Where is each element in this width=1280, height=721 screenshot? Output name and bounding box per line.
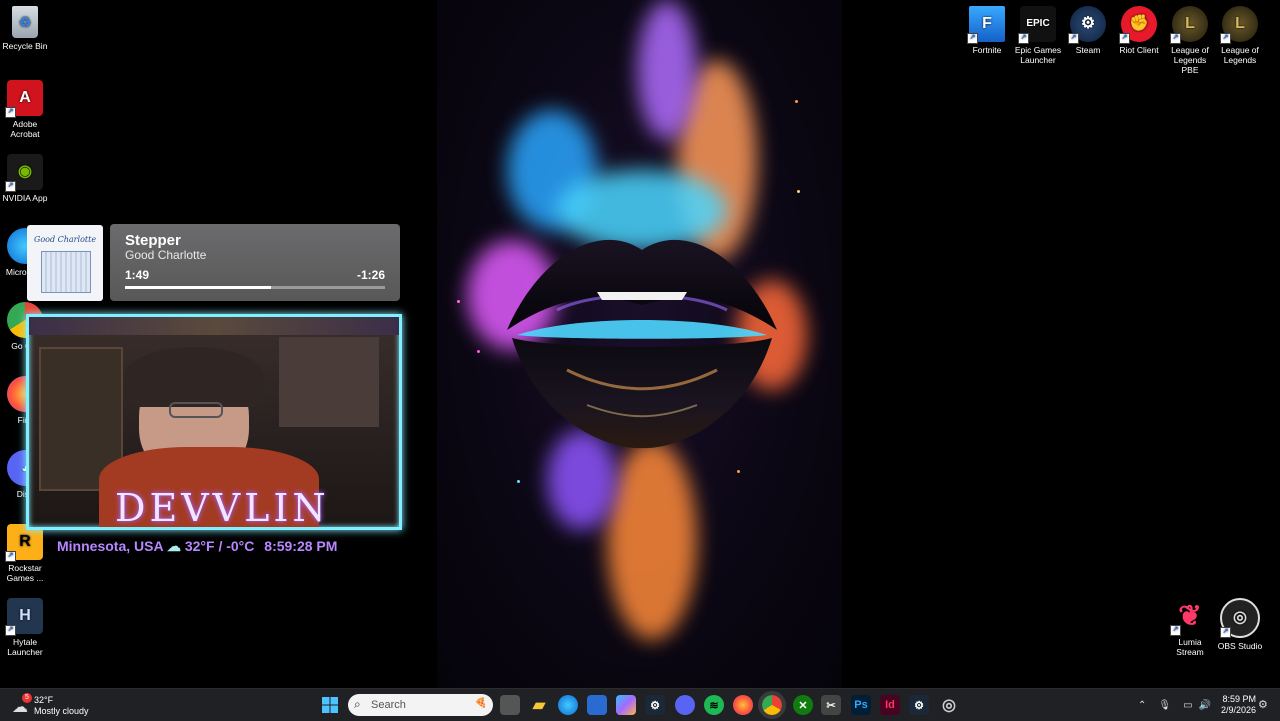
desktop-icon-steam[interactable]: ⚙ ↗ Steam: [1063, 6, 1113, 55]
weather-widget[interactable]: ☁ 5 32°F Mostly cloudy: [10, 693, 100, 717]
clock-time: 8:59 PM: [1222, 694, 1256, 704]
windows-icon: [322, 697, 338, 713]
track-elapsed: 1:49: [125, 268, 150, 282]
desktop-icon-lumia-stream[interactable]: ❦ ↗ Lumia Stream: [1165, 598, 1215, 657]
track-progress-bar: [125, 286, 385, 289]
desktop-icon-label: Epic Games Launcher: [1014, 45, 1062, 65]
desktop-icon-label: League of Legends: [1221, 45, 1259, 65]
notification-icon[interactable]: ⚙: [1258, 698, 1268, 711]
indesign-icon[interactable]: Id: [880, 695, 900, 715]
clock[interactable]: 8:59 PM 2/9/2026: [1216, 694, 1256, 716]
stream-info-line: Minnesota, USA ☁ 32°F / -0°C 8:59:28 PM: [57, 538, 337, 555]
steam-taskbar-icon[interactable]: ⚙: [645, 695, 665, 715]
track-progress-fill: [125, 286, 271, 289]
lips-artwork: [507, 239, 777, 449]
microphone-icon[interactable]: 🎙: [1158, 700, 1171, 711]
album-art: Good Charlotte: [27, 225, 103, 301]
desktop-icon-label: Lumia Stream: [1176, 637, 1204, 657]
search-icon: ⌕: [354, 697, 361, 711]
location-text: Minnesota, USA: [57, 538, 164, 554]
album-art-text: Good Charlotte: [33, 235, 97, 244]
desktop-icon-riot[interactable]: ✊ ↗ Riot Client: [1114, 6, 1164, 55]
search-highlight-icon: 🍕: [474, 698, 487, 709]
chevron-up-icon[interactable]: ⌃: [1138, 700, 1146, 711]
fortnite-icon: F ↗: [967, 6, 1005, 44]
desktop-icon-hytale[interactable]: H ↗ Hytale Launcher: [0, 598, 50, 657]
glasses: [169, 402, 223, 418]
clock-date: 2/9/2026: [1220, 705, 1256, 715]
desktop-icon-adobe-acrobat[interactable]: A ↗ Adobe Acrobat: [0, 80, 50, 139]
store-icon[interactable]: [587, 695, 607, 715]
file-explorer-icon[interactable]: ▰: [529, 695, 549, 715]
taskbar-search[interactable]: ⌕ Search 🍕: [348, 694, 493, 716]
now-playing-panel: Stepper Good Charlotte 1:49 -1:26: [110, 224, 400, 301]
taskbar: ☁ 5 32°F Mostly cloudy ⌕ Search 🍕 ▰ ⚙ ≋ …: [0, 688, 1280, 721]
task-view-icon[interactable]: [500, 695, 520, 715]
volume-icon[interactable]: 🔊: [1199, 700, 1211, 711]
desktop-icon-label: Adobe Acrobat: [10, 119, 40, 139]
edge-taskbar-icon[interactable]: [558, 695, 578, 715]
track-remaining: -1:26: [356, 268, 385, 282]
background-wall: [279, 337, 379, 427]
overlay-time-text: 8:59:28 PM: [264, 538, 338, 554]
steam-secondary-icon[interactable]: ⚙: [909, 695, 929, 715]
desktop-icon-label: Fortnite: [972, 45, 1002, 55]
league-pbe-icon: L ↗: [1170, 6, 1208, 44]
acrobat-icon: A ↗: [5, 80, 43, 118]
desktop-icon-fortnite[interactable]: F ↗ Fortnite: [962, 6, 1012, 55]
start-button[interactable]: [320, 695, 340, 715]
weather-alert-badge: 5: [22, 693, 32, 703]
cloud-rain-icon: ☁: [166, 538, 181, 554]
desktop-icon-label: OBS Studio: [1217, 641, 1263, 651]
chrome-taskbar-icon[interactable]: [758, 691, 786, 719]
desktop-icon-label: Hytale Launcher: [7, 637, 43, 657]
obs-taskbar-icon[interactable]: ◎: [939, 695, 959, 715]
obs-icon: ◎ ↗: [1220, 598, 1260, 638]
desktop-icon-recycle-bin[interactable]: ♻ Recycle Bin: [0, 6, 50, 51]
desktop-icon-label: Riot Client: [1119, 45, 1159, 55]
epic-games-icon: EPIC ↗: [1018, 6, 1056, 44]
streamer-brand: DEVVLIN: [115, 486, 330, 530]
track-title: Stepper: [125, 232, 181, 249]
desktop-icon-obs[interactable]: ◎ ↗ OBS Studio: [1215, 598, 1265, 651]
temperature-text: 32°F / -0°C: [184, 538, 255, 554]
nvidia-icon: ◉ ↗: [5, 154, 43, 192]
riot-icon: ✊ ↗: [1119, 6, 1157, 44]
system-tray: ⌃ 🎙 ▭ 🔊: [1138, 689, 1221, 721]
shelf-figures: [29, 317, 399, 335]
copilot-icon[interactable]: [616, 695, 636, 715]
desktop-icon-label: NVIDIA App: [2, 193, 48, 203]
search-placeholder: Search: [371, 699, 406, 711]
photoshop-icon[interactable]: Ps: [851, 695, 871, 715]
recycle-bin-icon: ♻: [12, 6, 38, 38]
firefox-taskbar-icon[interactable]: [733, 695, 753, 715]
desktop-icon-league[interactable]: L ↗ League of Legends: [1215, 6, 1265, 65]
desktop-icon-label: Steam: [1075, 45, 1101, 55]
desktop-wallpaper: [437, 0, 842, 688]
xbox-icon[interactable]: ✕: [793, 695, 813, 715]
weather-temp: 32°F: [34, 695, 54, 705]
person-hair: [124, 347, 264, 407]
steam-icon: ⚙ ↗: [1068, 6, 1106, 44]
desktop-icon-league-pbe[interactable]: L ↗ League of Legends PBE: [1165, 6, 1215, 75]
track-artist: Good Charlotte: [125, 248, 207, 262]
desktop-icon-label: League of Legends PBE: [1171, 45, 1209, 75]
discord-taskbar-icon[interactable]: [675, 695, 695, 715]
desktop-icon-nvidia-app[interactable]: ◉ ↗ NVIDIA App: [0, 154, 50, 203]
desktop-icon-epic-games[interactable]: EPIC ↗ Epic Games Launcher: [1013, 6, 1063, 65]
weather-desc: Mostly cloudy: [34, 706, 89, 716]
desktop-icon-rockstar[interactable]: R ↗ Rockstar Games ...: [0, 524, 50, 583]
snipping-tool-icon[interactable]: ✂: [821, 695, 841, 715]
lumia-icon: ❦ ↗: [1170, 598, 1208, 636]
desktop-icon-label: Rockstar Games ...: [6, 563, 44, 583]
desktop-icon-label: Recycle Bin: [2, 41, 48, 51]
network-icon[interactable]: ▭: [1183, 700, 1192, 711]
album-art-illustration: [41, 251, 91, 293]
spotify-icon[interactable]: ≋: [704, 695, 724, 715]
hytale-icon: H ↗: [5, 598, 43, 636]
league-icon: L ↗: [1220, 6, 1258, 44]
